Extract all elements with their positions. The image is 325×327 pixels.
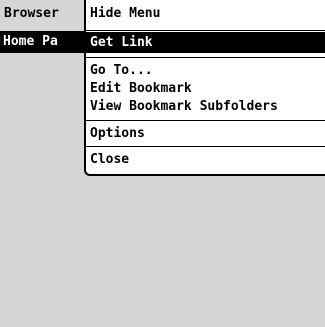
- menu-item-edit-bookmark[interactable]: Edit Bookmark: [86, 80, 325, 98]
- menu-separator: [86, 120, 325, 121]
- menu-separator: [86, 57, 325, 58]
- browser-screen: Browser Home Pa Hide Menu Get Link Go To…: [0, 0, 325, 327]
- menu-item-options[interactable]: Options: [86, 125, 325, 143]
- menu-item-get-link[interactable]: Get Link: [86, 32, 325, 53]
- menu-item-view-bookmark-subfolders[interactable]: View Bookmark Subfolders: [86, 98, 325, 116]
- browser-title: Browser: [4, 6, 59, 21]
- menu-item-hide-menu[interactable]: Hide Menu: [86, 5, 325, 23]
- menu-separator: [86, 30, 325, 31]
- context-menu: Hide Menu Get Link Go To... Edit Bookmar…: [84, 0, 325, 176]
- menu-separator: [86, 146, 325, 147]
- menu-item-close[interactable]: Close: [86, 151, 325, 169]
- menu-item-go-to[interactable]: Go To...: [86, 62, 325, 80]
- page-title-row[interactable]: Home Pa: [0, 31, 87, 53]
